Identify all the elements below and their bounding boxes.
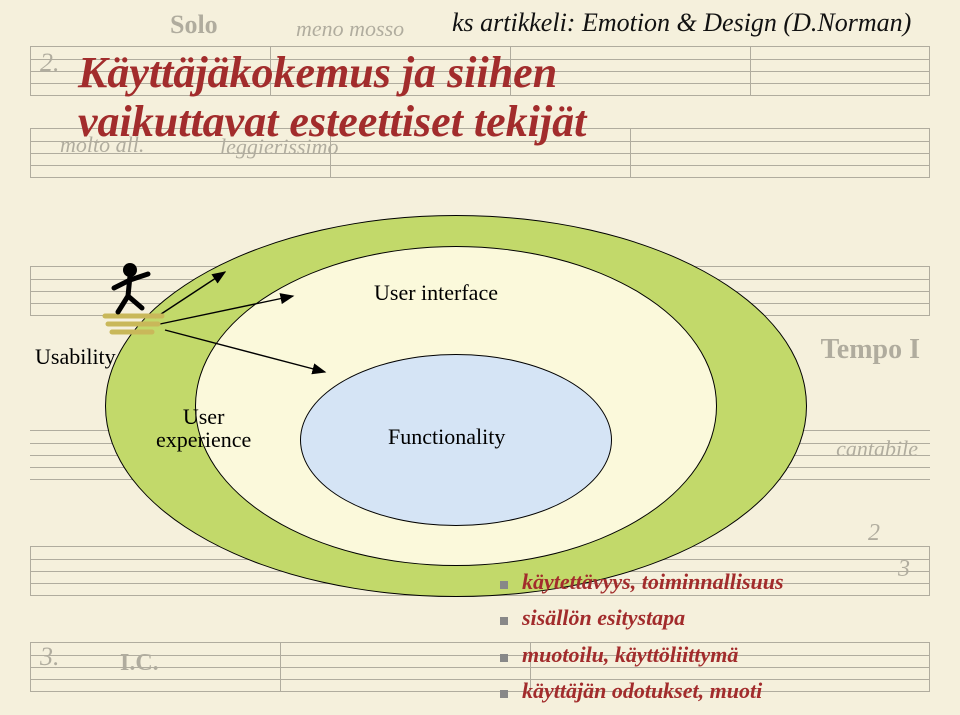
music-num-3: 3. xyxy=(40,642,60,672)
label-user-experience-line1: User xyxy=(183,404,225,429)
label-usability: Usability xyxy=(35,344,116,370)
bullet-item: käytettävyys, toiminnallisuus xyxy=(500,564,784,600)
page-title-line2: vaikuttavat esteettiset tekijät xyxy=(78,97,586,146)
music-tempo1: Tempo I xyxy=(821,334,920,366)
page-subtitle: ks artikkeli: Emotion & Design (D.Norman… xyxy=(452,8,911,38)
bullet-text: käyttäjän odotukset, muoti xyxy=(522,673,762,709)
bullet-item: käyttäjän odotukset, muoti xyxy=(500,673,784,709)
page-title-line1: Käyttäjäkokemus ja siihen xyxy=(78,48,557,97)
label-user-interface: User interface xyxy=(374,280,498,306)
music-solo: Solo xyxy=(170,10,218,40)
page-title: Käyttäjäkokemus ja siihen vaikuttavat es… xyxy=(78,48,586,147)
music-meno-mosso: meno mosso xyxy=(296,16,404,42)
bullet-icon xyxy=(500,581,508,589)
label-user-experience: User experience xyxy=(156,405,251,451)
label-user-experience-line2: experience xyxy=(156,427,251,452)
music-cantabile: cantabile xyxy=(836,436,918,462)
runner-icon xyxy=(100,258,170,338)
music-num-2b: 2 xyxy=(868,520,880,547)
bullet-item: muotoilu, käyttöliittymä xyxy=(500,637,784,673)
bullet-text: sisällön esitystapa xyxy=(522,600,685,636)
label-functionality: Functionality xyxy=(388,424,505,450)
bullet-text: käytettävyys, toiminnallisuus xyxy=(522,564,784,600)
bullet-list: käytettävyys, toiminnallisuus sisällön e… xyxy=(500,564,784,709)
music-num-2: 2. xyxy=(40,48,60,78)
music-ic: I.C. xyxy=(120,650,159,677)
bullet-text: muotoilu, käyttöliittymä xyxy=(522,637,738,673)
bullet-icon xyxy=(500,654,508,662)
music-num-3b: 3 xyxy=(898,556,910,583)
bullet-icon xyxy=(500,617,508,625)
bullet-item: sisällön esitystapa xyxy=(500,600,784,636)
bullet-icon xyxy=(500,690,508,698)
